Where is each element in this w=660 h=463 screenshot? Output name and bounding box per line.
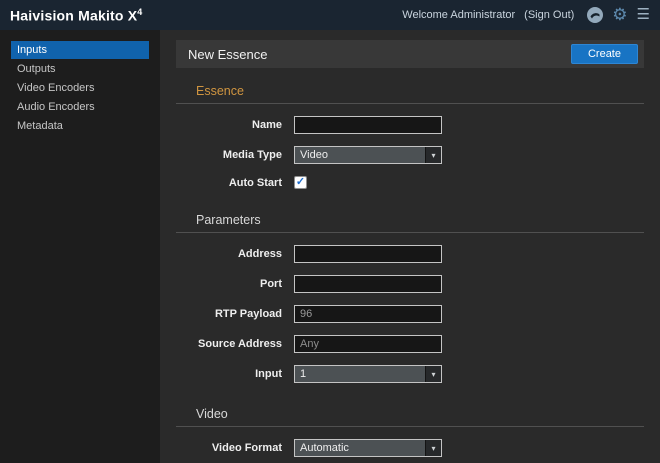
brand-superscript: 4 <box>137 7 142 17</box>
topbar-right-cluster: Welcome Administrator (Sign Out) ⚙ ☰ <box>402 7 650 23</box>
check-icon: ✓ <box>296 177 305 188</box>
chevron-down-icon: ▾ <box>425 366 441 382</box>
media-type-select[interactable]: Video ▾ <box>294 146 442 164</box>
port-label: Port <box>196 278 282 290</box>
brand-logo: Haivision Makito X4 <box>10 7 143 24</box>
name-label: Name <box>196 119 282 131</box>
video-format-value: Automatic <box>295 442 425 454</box>
main-content: New Essence Create Essence Name Media Ty… <box>160 30 660 463</box>
brand-text: Haivision Makito X <box>10 7 137 23</box>
sidebar-item-audio-encoders[interactable]: Audio Encoders <box>11 98 149 116</box>
section-divider <box>176 426 644 427</box>
form-row-address: Address <box>196 245 644 263</box>
section-divider <box>176 232 644 233</box>
address-field[interactable] <box>294 245 442 263</box>
rtp-payload-label: RTP Payload <box>196 308 282 320</box>
form-row-rtp-payload: RTP Payload <box>196 305 644 323</box>
form-row-source-address: Source Address <box>196 335 644 353</box>
welcome-text: Welcome Administrator <box>402 9 515 21</box>
input-value: 1 <box>295 368 425 380</box>
source-address-field[interactable] <box>294 335 442 353</box>
form-row-media-type: Media Type Video ▾ <box>196 146 644 164</box>
video-format-select[interactable]: Automatic ▾ <box>294 439 442 457</box>
form-row-input: Input 1 ▾ <box>196 365 644 383</box>
sidebar-item-metadata[interactable]: Metadata <box>11 117 149 135</box>
source-address-label: Source Address <box>196 338 282 350</box>
video-format-label: Video Format <box>196 442 282 454</box>
sidebar-item-video-encoders[interactable]: Video Encoders <box>11 79 149 97</box>
form-row-video-format: Video Format Automatic ▾ <box>196 439 644 457</box>
page-title: New Essence <box>188 47 267 62</box>
address-label: Address <box>196 248 282 260</box>
rtp-payload-field[interactable] <box>294 305 442 323</box>
form-row-auto-start: Auto Start ✓ <box>196 176 644 189</box>
top-bar: Haivision Makito X4 Welcome Administrato… <box>0 0 660 30</box>
input-label: Input <box>196 368 282 380</box>
input-select[interactable]: 1 ▾ <box>294 365 442 383</box>
section-title-video: Video <box>196 407 644 421</box>
page-header: New Essence Create <box>176 40 644 68</box>
form-row-port: Port <box>196 275 644 293</box>
auto-start-checkbox[interactable]: ✓ <box>294 176 307 189</box>
chevron-down-icon: ▾ <box>425 440 441 456</box>
hamburger-menu-icon[interactable]: ☰ <box>637 7 650 23</box>
haivision-badge-icon[interactable] <box>587 7 603 23</box>
media-type-label: Media Type <box>196 149 282 161</box>
app-window: Haivision Makito X4 Welcome Administrato… <box>0 0 660 463</box>
auto-start-label: Auto Start <box>196 177 282 189</box>
name-field[interactable] <box>294 116 442 134</box>
section-title-parameters: Parameters <box>196 213 644 227</box>
create-button[interactable]: Create <box>571 44 638 64</box>
sidebar-item-inputs[interactable]: Inputs <box>11 41 149 59</box>
media-type-value: Video <box>295 149 425 161</box>
sidebar-item-outputs[interactable]: Outputs <box>11 60 149 78</box>
form-row-name: Name <box>196 116 644 134</box>
port-field[interactable] <box>294 275 442 293</box>
section-divider <box>176 103 644 104</box>
settings-gear-icon[interactable]: ⚙ <box>612 7 627 23</box>
sign-out-link[interactable]: (Sign Out) <box>524 9 574 21</box>
chevron-down-icon: ▾ <box>425 147 441 163</box>
sidebar: Inputs Outputs Video Encoders Audio Enco… <box>0 30 160 463</box>
section-title-essence: Essence <box>196 84 644 98</box>
